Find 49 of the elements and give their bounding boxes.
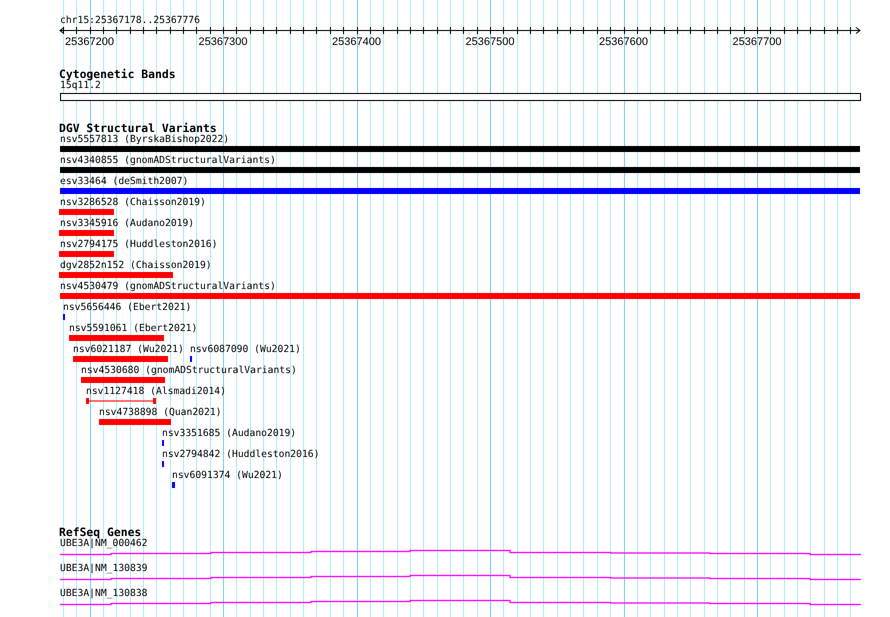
location-label: chr15:25367178..25367776 bbox=[60, 14, 200, 26]
variant-label[interactable]: nsv1127418 (Alsmadi2014) bbox=[86, 386, 226, 397]
track-title: DGV Structural Variants bbox=[59, 122, 217, 134]
variant-bar[interactable] bbox=[99, 419, 171, 425]
variant-label[interactable]: nsv4738898 (Quan2021) bbox=[99, 407, 222, 418]
gene-line[interactable] bbox=[60, 550, 861, 556]
tick-label: 25367300 bbox=[198, 36, 248, 48]
variant-bar[interactable] bbox=[81, 377, 165, 383]
tick-label: 25367200 bbox=[65, 36, 114, 48]
variant-label[interactable]: nsv6087090 (Wu2021) bbox=[190, 344, 301, 355]
track-title: Cytogenetic Bands bbox=[59, 68, 176, 80]
variant-label[interactable]: nsv3351685 (Audano2019) bbox=[162, 428, 296, 439]
gene-label[interactable]: UBE3A|NM_000462 bbox=[60, 538, 148, 549]
variant-label[interactable]: nsv5591061 (Ebert2021) bbox=[69, 323, 198, 334]
variant-label[interactable]: nsv3345916 (Audano2019) bbox=[60, 218, 194, 229]
gene-label[interactable]: UBE3A|NM_130839 bbox=[60, 563, 148, 574]
track-title: RefSeq Genes bbox=[59, 526, 142, 538]
variant-span[interactable] bbox=[86, 398, 156, 404]
variant-label[interactable]: nsv4340855 (gnomADStructuralVariants) bbox=[60, 155, 276, 166]
gene-line[interactable] bbox=[60, 600, 861, 606]
variant-bar[interactable] bbox=[59, 251, 114, 257]
variant-bar[interactable] bbox=[60, 188, 860, 194]
variant-bar[interactable] bbox=[60, 167, 860, 173]
variant-label[interactable]: nsv6091374 (Wu2021) bbox=[172, 470, 283, 481]
variant-bar[interactable] bbox=[60, 293, 860, 299]
tick-label: 25367500 bbox=[466, 36, 514, 48]
variant-label[interactable]: nsv2794842 (Huddleston2016) bbox=[162, 449, 320, 460]
tick-label: 25367400 bbox=[332, 36, 381, 48]
variant-bar[interactable] bbox=[59, 272, 173, 278]
variant-bar[interactable] bbox=[59, 209, 114, 215]
tick-label: 25367700 bbox=[732, 36, 782, 48]
variant-label[interactable]: nsv3286528 (Chaisson2019) bbox=[60, 197, 206, 208]
variant-label[interactable]: nsv5557813 (ByrskaBishop2022) bbox=[60, 134, 230, 145]
gene-line[interactable] bbox=[60, 574, 861, 580]
variant-label[interactable]: nsv4530479 (gnomADStructuralVariants) bbox=[60, 281, 276, 292]
variant-label[interactable]: esv33464 (deSmith2007) bbox=[60, 176, 188, 187]
variant-label[interactable]: nsv6021187 (Wu2021) bbox=[73, 344, 184, 355]
variant-bar[interactable] bbox=[69, 335, 164, 341]
band-label: 15q11.2 bbox=[60, 80, 101, 91]
variant-bar[interactable] bbox=[73, 356, 168, 362]
variant-label[interactable]: dgv2852n152 (Chaisson2019) bbox=[60, 260, 212, 271]
variant-bar[interactable] bbox=[172, 482, 175, 488]
tick-label: 25367600 bbox=[599, 36, 648, 48]
gene-label[interactable]: UBE3A|NM_130838 bbox=[60, 588, 148, 599]
variant-label[interactable]: nsv4530680 (gnomADStructuralVariants) bbox=[81, 365, 297, 376]
variant-label[interactable]: nsv5656446 (Ebert2021) bbox=[63, 302, 192, 313]
variant-bar[interactable] bbox=[59, 230, 114, 236]
variant-label[interactable]: nsv2794175 (Huddleston2016) bbox=[60, 239, 218, 250]
variant-bar[interactable] bbox=[60, 146, 860, 152]
